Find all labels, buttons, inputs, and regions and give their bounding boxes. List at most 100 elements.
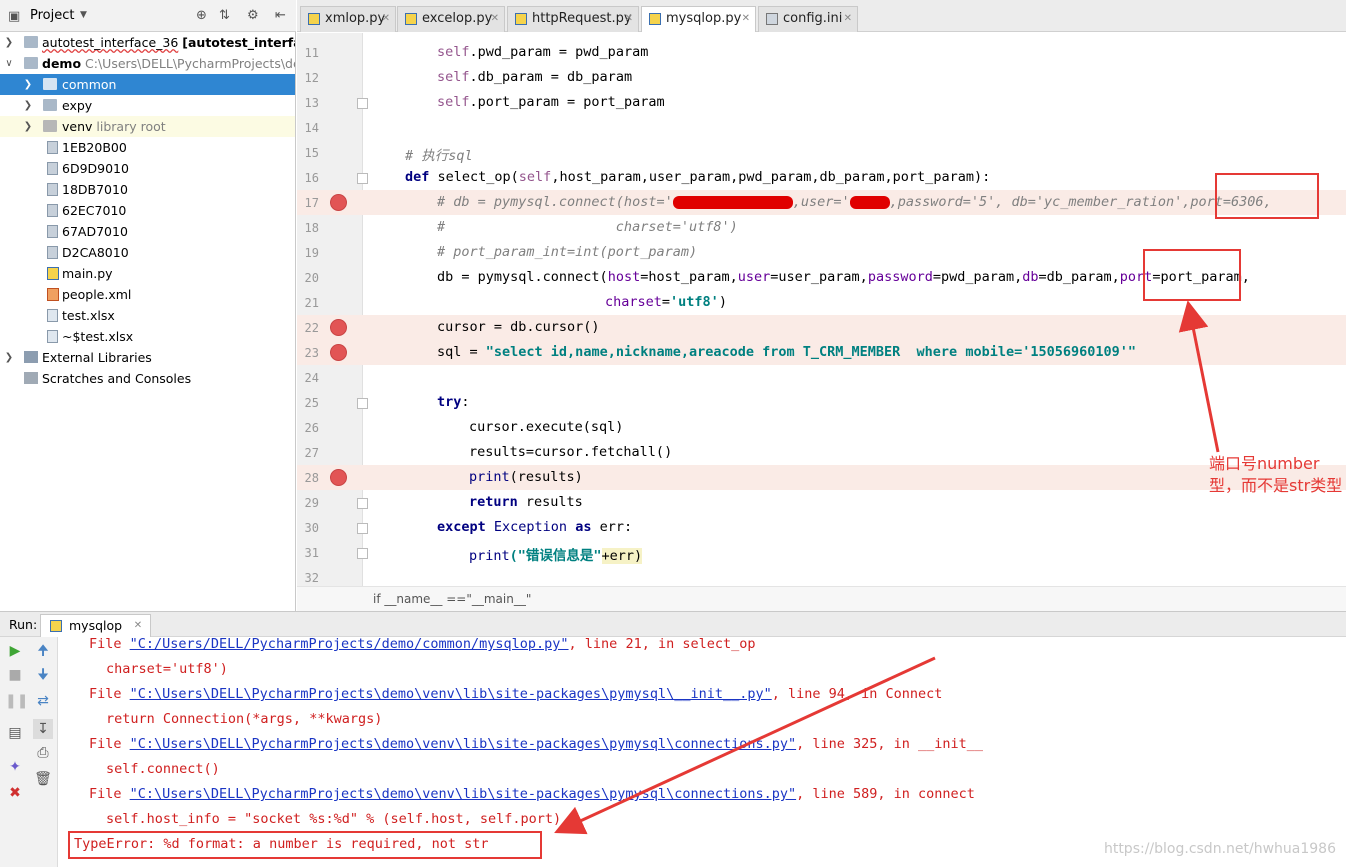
gear-icon[interactable]: ⚙ xyxy=(247,8,259,23)
code-line-breakpoint[interactable]: 17 # db = pymysql.connect(host=' ,user=',… xyxy=(297,190,1346,215)
code-line-breakpoint[interactable]: 28 print(results) xyxy=(297,465,1346,490)
print-icon[interactable]: ⎙ xyxy=(33,743,53,763)
tab-label: xmlop.py xyxy=(325,11,386,26)
tree-item-venv[interactable]: ❯ venv library root xyxy=(0,116,295,137)
pin-icon[interactable]: ✦ xyxy=(5,757,25,777)
fold-marker-icon[interactable] xyxy=(357,173,368,184)
tree-item-label: people.xml xyxy=(62,287,132,302)
tree-item-file[interactable]: 1EB20B00 xyxy=(0,137,295,158)
editor-breadcrumb[interactable]: if __name__ =="__main__" xyxy=(297,586,1346,611)
arrow-up-icon[interactable]: 🠉 xyxy=(33,641,53,661)
tree-item-label: 6D9D9010 xyxy=(62,161,129,176)
code-line[interactable]: 16 def select_op(self,host_param,user_pa… xyxy=(297,165,1346,190)
tree-item-people-xml[interactable]: people.xml xyxy=(0,284,295,305)
code-line-breakpoint[interactable]: 22 cursor = db.cursor() xyxy=(297,315,1346,340)
file-icon xyxy=(47,162,58,175)
scroll-to-end-icon[interactable]: ↧ xyxy=(33,719,53,739)
code-line[interactable]: 26 cursor.execute(sql) xyxy=(297,415,1346,440)
close-icon[interactable]: ✕ xyxy=(491,7,499,31)
tree-item-file[interactable]: 6D9D9010 xyxy=(0,158,295,179)
chevron-right-icon[interactable]: ❯ xyxy=(22,74,34,95)
code-line-breakpoint[interactable]: 23 sql = "select id,name,nickname,areaco… xyxy=(297,340,1346,365)
code-line[interactable]: 18 # charset='utf8') xyxy=(297,215,1346,240)
python-file-icon xyxy=(308,13,320,25)
close-icon[interactable]: ✕ xyxy=(742,7,750,31)
pause-icon[interactable]: ❚❚ xyxy=(5,691,28,711)
trash-icon[interactable]: 🗑 xyxy=(33,769,53,789)
chevron-right-icon[interactable]: ❯ xyxy=(3,32,15,53)
fold-marker-icon[interactable] xyxy=(357,523,368,534)
code-editor[interactable]: 11 self.pwd_param = pwd_param 12 self.db… xyxy=(297,33,1346,586)
tab-httprequest[interactable]: httpRequest.py ✕ xyxy=(507,6,639,32)
chevron-right-icon[interactable]: ❯ xyxy=(22,116,34,137)
fold-marker-icon[interactable] xyxy=(357,98,368,109)
fold-marker-icon[interactable] xyxy=(357,498,368,509)
close-icon[interactable]: ✕ xyxy=(134,615,142,637)
fold-marker-icon[interactable] xyxy=(357,398,368,409)
chevron-right-icon[interactable]: ❯ xyxy=(22,95,34,116)
close-icon[interactable]: ✖ xyxy=(5,783,25,803)
traceback-link[interactable]: "C:\Users\DELL\PycharmProjects\demo\venv… xyxy=(130,786,796,802)
tab-excelop[interactable]: excelop.py ✕ xyxy=(397,6,505,32)
code-line[interactable]: 29 return results xyxy=(297,490,1346,515)
tab-config-ini[interactable]: config.ini ✕ xyxy=(758,6,858,32)
project-panel-title[interactable]: Project xyxy=(30,8,74,23)
code-line[interactable]: 30 except Exception as err: xyxy=(297,515,1346,540)
tab-mysqlop[interactable]: mysqlop.py ✕ xyxy=(641,6,756,32)
code-line[interactable]: 13 self.port_param = port_param xyxy=(297,90,1346,115)
tree-item-file[interactable]: 18DB7010 xyxy=(0,179,295,200)
code-line[interactable]: 11 self.pwd_param = pwd_param xyxy=(297,40,1346,65)
layout-icon[interactable]: ▤ xyxy=(5,723,25,743)
tree-item-main-py[interactable]: main.py xyxy=(0,263,295,284)
run-icon[interactable]: ▶ xyxy=(5,641,25,661)
tree-item-temp-xlsx[interactable]: ~$test.xlsx xyxy=(0,326,295,347)
code-line[interactable]: 27 results=cursor.fetchall() xyxy=(297,440,1346,465)
code-line[interactable]: 14 xyxy=(297,115,1346,140)
tree-item-file[interactable]: 62EC7010 xyxy=(0,200,295,221)
tree-item-common[interactable]: ❯ common xyxy=(0,74,295,95)
chevron-down-icon[interactable]: ▼ xyxy=(80,10,87,20)
hide-panel-icon[interactable]: ⇤ xyxy=(275,8,286,23)
project-view-icon[interactable]: ▣ xyxy=(8,9,20,24)
python-file-icon xyxy=(405,13,417,25)
run-toolbar: ▶ 🠉 ■ 🠋 ❚❚ ⇄ ▤ ↧ ⎙ ✦ 🗑 ✖ xyxy=(0,637,58,867)
tree-item-file[interactable]: 67AD7010 xyxy=(0,221,295,242)
breakpoint-icon[interactable] xyxy=(330,469,347,486)
breakpoint-icon[interactable] xyxy=(330,344,347,361)
chevron-right-icon[interactable]: ❯ xyxy=(3,347,15,368)
tree-item-test-xlsx[interactable]: test.xlsx xyxy=(0,305,295,326)
traceback-link[interactable]: "C:/Users/DELL/PycharmProjects/demo/comm… xyxy=(130,637,569,652)
code-line[interactable]: 24 xyxy=(297,365,1346,390)
close-icon[interactable]: ✕ xyxy=(625,7,633,31)
code-comment: # charset='utf8') xyxy=(437,219,738,235)
traceback-link[interactable]: "C:\Users\DELL\PycharmProjects\demo\venv… xyxy=(130,736,796,752)
code-line[interactable]: 31 print("错误信息是"+err) xyxy=(297,540,1346,565)
locate-icon[interactable]: ⊕ xyxy=(196,8,207,23)
tree-item-demo[interactable]: ∨ demo C:\Users\DELL\PycharmProjects\dem xyxy=(0,53,295,74)
close-icon[interactable]: ✕ xyxy=(844,7,852,31)
code-line[interactable]: 32 xyxy=(297,565,1346,586)
breakpoint-icon[interactable] xyxy=(330,194,347,211)
tree-item-scratches[interactable]: Scratches and Consoles xyxy=(0,368,295,389)
traceback-link[interactable]: "C:\Users\DELL\PycharmProjects\demo\venv… xyxy=(130,686,772,702)
tree-item-file[interactable]: D2CA8010 xyxy=(0,242,295,263)
arrow-down-icon[interactable]: 🠋 xyxy=(33,665,53,685)
stop-icon[interactable]: ■ xyxy=(5,665,25,685)
breakpoint-icon[interactable] xyxy=(330,319,347,336)
chevron-down-icon[interactable]: ∨ xyxy=(3,53,15,74)
line-number: 14 xyxy=(304,121,319,135)
console-line: charset='utf8') xyxy=(106,661,228,677)
tree-item-external-libraries[interactable]: ❯ External Libraries xyxy=(0,347,295,368)
tab-xmlop[interactable]: xmlop.py ✕ xyxy=(300,6,396,32)
code-line[interactable]: 25 try: xyxy=(297,390,1346,415)
fold-marker-icon[interactable] xyxy=(357,548,368,559)
tree-item-autotest-interface[interactable]: ❯ autotest_interface_36 [autotest_interf… xyxy=(0,32,295,53)
run-tab-mysqlop[interactable]: mysqlop ✕ xyxy=(40,614,152,638)
code-line[interactable]: 12 self.db_param = db_param xyxy=(297,65,1346,90)
collapse-icon[interactable]: ⇅ xyxy=(219,8,230,23)
soft-wrap-icon[interactable]: ⇄ xyxy=(33,691,53,711)
file-icon xyxy=(47,225,58,238)
close-icon[interactable]: ✕ xyxy=(382,7,390,31)
code-line[interactable]: 15 # 执行sql xyxy=(297,140,1346,165)
tree-item-expy[interactable]: ❯ expy xyxy=(0,95,295,116)
